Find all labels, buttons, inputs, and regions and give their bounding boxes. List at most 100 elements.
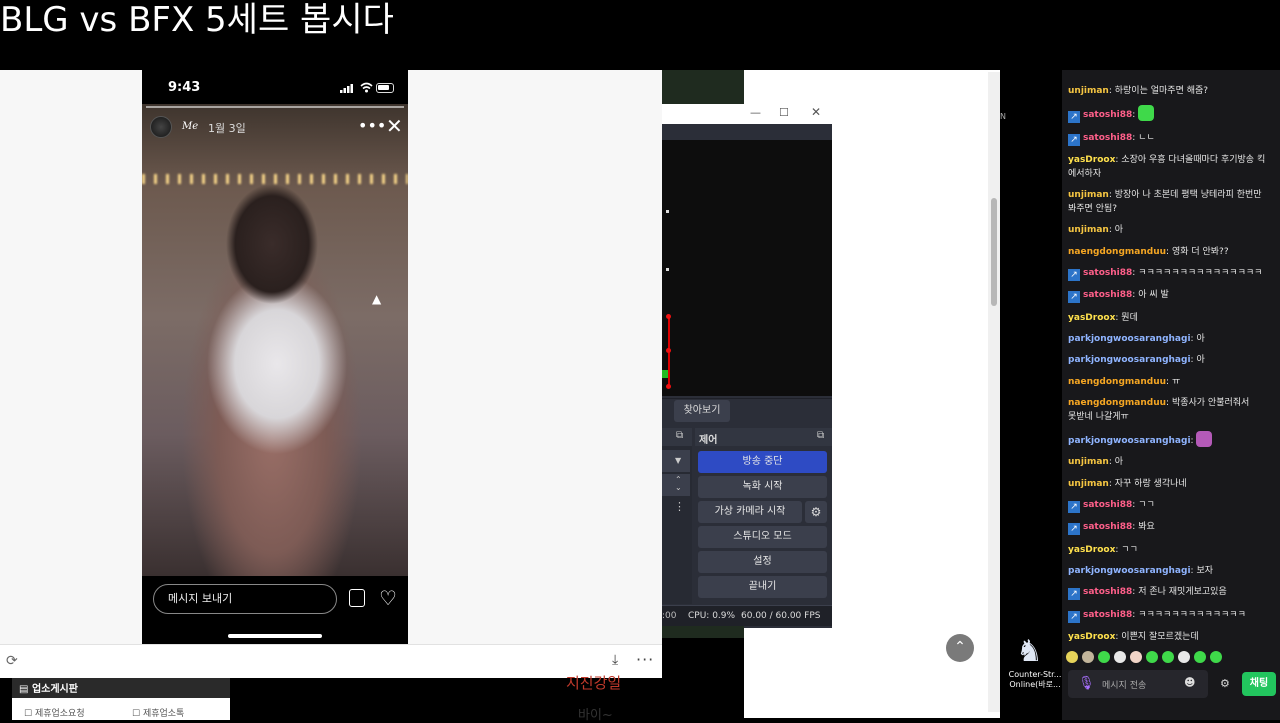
gear-icon[interactable]: ⚙: [805, 501, 827, 523]
chat-message[interactable]: yasDroox: 뭔데: [1068, 311, 1274, 325]
chat-message[interactable]: ↗ satoshi88: ㄴㄴ: [1068, 131, 1274, 146]
chat-username[interactable]: yasDroox: [1068, 632, 1115, 642]
chat-username[interactable]: yasDroox: [1068, 155, 1115, 165]
emote-icon[interactable]: [1210, 651, 1222, 663]
chat-message[interactable]: naengdongmanduu: ㅠ: [1068, 375, 1274, 389]
emote-icon[interactable]: [1194, 651, 1206, 663]
kebab-menu-icon[interactable]: ⋮: [674, 500, 685, 513]
emote-icon[interactable]: [1130, 651, 1142, 663]
chat-message[interactable]: yasDroox: ㄱㄱ: [1068, 543, 1274, 557]
chat-username[interactable]: unjiman: [1068, 190, 1109, 200]
chat-message[interactable]: yasDroox: 이쁜지 잘모르겠는데: [1068, 630, 1274, 644]
scrollbar-track[interactable]: [988, 72, 1000, 712]
chat-message[interactable]: parkjongwoosaranghagi: 아: [1068, 353, 1274, 367]
chat-username[interactable]: satoshi88: [1083, 133, 1132, 143]
download-icon[interactable]: ⤓: [612, 652, 618, 668]
chat-message[interactable]: yasDroox: 소장아 우흥 다녀올때마다 후기방송 킥 에서하자: [1068, 153, 1274, 181]
heart-icon[interactable]: ♡: [379, 586, 397, 610]
emote-bar[interactable]: [1066, 648, 1266, 664]
emote-icon[interactable]: [1146, 651, 1158, 663]
chat-username[interactable]: unjiman: [1068, 457, 1109, 467]
resize-handle[interactable]: [666, 314, 671, 319]
studio-mode-button[interactable]: 스튜디오 모드: [698, 526, 827, 548]
chat-message[interactable]: ↗ satoshi88: 저 존나 재밋게보고있음: [1068, 585, 1274, 601]
start-recording-button[interactable]: 녹화 시작: [698, 476, 827, 498]
send-chat-button[interactable]: 채팅: [1242, 672, 1276, 696]
more-options-icon[interactable]: •••: [358, 116, 386, 135]
board-item[interactable]: ☐ 제휴업소톡: [132, 706, 184, 719]
chat-message[interactable]: unjiman: 아: [1068, 455, 1274, 469]
chat-message[interactable]: ↗ satoshi88: ㅋㅋㅋㅋㅋㅋㅋㅋㅋㅋㅋㅋㅋ: [1068, 608, 1274, 623]
emote-icon[interactable]: [1082, 651, 1094, 663]
chat-username[interactable]: naengdongmanduu: [1068, 377, 1166, 387]
stop-streaming-button[interactable]: 방송 중단: [698, 451, 827, 473]
chat-message[interactable]: parkjongwoosaranghagi: 보자: [1068, 564, 1274, 578]
settings-button[interactable]: 설정: [698, 551, 827, 573]
dock-float-icon[interactable]: ⧉: [817, 430, 824, 441]
reel-icon[interactable]: [349, 589, 365, 607]
gear-icon[interactable]: ⚙: [1220, 677, 1230, 690]
dock-float-icon[interactable]: ⧉: [676, 430, 683, 441]
resize-handle[interactable]: [666, 384, 671, 389]
chat-username[interactable]: parkjongwoosaranghagi: [1068, 566, 1191, 576]
soldier-icon[interactable]: ♞: [1016, 634, 1043, 669]
chat-message[interactable]: ↗ satoshi88: ㅋㅋㅋㅋㅋㅋㅋㅋㅋㅋㅋㅋㅋㅋㅋ: [1068, 266, 1274, 282]
chat-username[interactable]: unjiman: [1068, 86, 1109, 96]
story-username[interactable]: Me: [182, 121, 198, 132]
chat-username[interactable]: parkjongwoosaranghagi: [1068, 334, 1191, 344]
emote-icon[interactable]: [1098, 651, 1110, 663]
emoji-icon[interactable]: ☻: [1184, 676, 1195, 689]
chat-username[interactable]: satoshi88: [1083, 268, 1132, 278]
chat-message[interactable]: parkjongwoosaranghagi: 아: [1068, 332, 1274, 346]
emote-icon[interactable]: [1162, 651, 1174, 663]
chat-username[interactable]: parkjongwoosaranghagi: [1068, 355, 1191, 365]
chat-message[interactable]: unjiman: 자꾸 하랑 생각나네: [1068, 477, 1274, 491]
chat-username[interactable]: satoshi88: [1083, 587, 1132, 597]
desktop-shortcut-label[interactable]: Counter-Str... Online(바로...: [1006, 670, 1064, 690]
start-virtual-camera-button[interactable]: 가상 카메라 시작: [698, 501, 802, 523]
chat-message[interactable]: naengdongmanduu: 영화 더 안봐??: [1068, 245, 1274, 259]
scroll-to-top-button[interactable]: ⌃: [946, 634, 974, 662]
more-options-icon[interactable]: ···: [636, 650, 654, 669]
send-message-input[interactable]: 메시지 보내기: [153, 584, 337, 614]
chat-message[interactable]: unjiman: 하랑이는 얼마주면 해줌?: [1068, 84, 1274, 98]
scrollbar-thumb[interactable]: [991, 198, 997, 306]
chat-username[interactable]: satoshi88: [1083, 522, 1132, 532]
story-avatar[interactable]: [150, 116, 172, 138]
chat-message[interactable]: parkjongwoosaranghagi:: [1068, 431, 1274, 448]
chat-username[interactable]: satoshi88: [1083, 610, 1132, 620]
resize-handle[interactable]: [666, 348, 671, 353]
close-icon[interactable]: ✕: [386, 114, 403, 138]
chat-username[interactable]: satoshi88: [1083, 290, 1132, 300]
chat-username[interactable]: satoshi88: [1083, 500, 1132, 510]
obs-preview[interactable]: [662, 140, 832, 396]
chat-username[interactable]: naengdongmanduu: [1068, 398, 1166, 408]
chat-username[interactable]: yasDroox: [1068, 313, 1115, 323]
maximize-icon[interactable]: ☐: [779, 106, 789, 119]
chat-message[interactable]: ↗ satoshi88: ㄱㄱ: [1068, 498, 1274, 514]
board-item[interactable]: ☐ 제휴업소요청: [24, 706, 85, 719]
chat-message[interactable]: ↗ satoshi88:: [1068, 105, 1274, 124]
chat-username[interactable]: naengdongmanduu: [1068, 247, 1166, 257]
emote-icon[interactable]: [1066, 651, 1078, 663]
emote-icon[interactable]: [1178, 651, 1190, 663]
chat-username[interactable]: satoshi88: [1083, 110, 1132, 120]
browse-button[interactable]: 찾아보기: [674, 400, 730, 422]
microphone-icon[interactable]: 🎙: [1078, 676, 1095, 691]
chat-message[interactable]: ↗ satoshi88: 아 씨 발: [1068, 288, 1274, 304]
chat-username[interactable]: yasDroox: [1068, 545, 1115, 555]
chat-username[interactable]: unjiman: [1068, 225, 1109, 235]
chat-message[interactable]: unjiman: 방장아 나 초본데 평택 냥테라피 한번만 봐주면 안됨?: [1068, 188, 1274, 216]
chat-username[interactable]: parkjongwoosaranghagi: [1068, 436, 1191, 446]
refresh-icon[interactable]: ⟳: [6, 653, 18, 669]
chat-message[interactable]: unjiman: 아: [1068, 223, 1274, 237]
chat-message[interactable]: ↗ satoshi88: 봐요: [1068, 520, 1274, 536]
chat-message-list[interactable]: unjiman: 하랑이는 얼마주면 해줌? ↗ satoshi88: ↗ satos…: [1068, 84, 1274, 651]
board-title[interactable]: ▤ 업소게시판: [19, 680, 78, 695]
close-icon[interactable]: ✕: [811, 105, 821, 119]
chat-message[interactable]: naengdongmanduu: 박종사가 안불러줘서 못받네 나갈게ㅠ: [1068, 396, 1274, 424]
chat-username[interactable]: unjiman: [1068, 479, 1109, 489]
exit-button[interactable]: 끝내기: [698, 576, 827, 598]
emote-icon[interactable]: [1114, 651, 1126, 663]
minimize-icon[interactable]: —: [750, 106, 761, 119]
